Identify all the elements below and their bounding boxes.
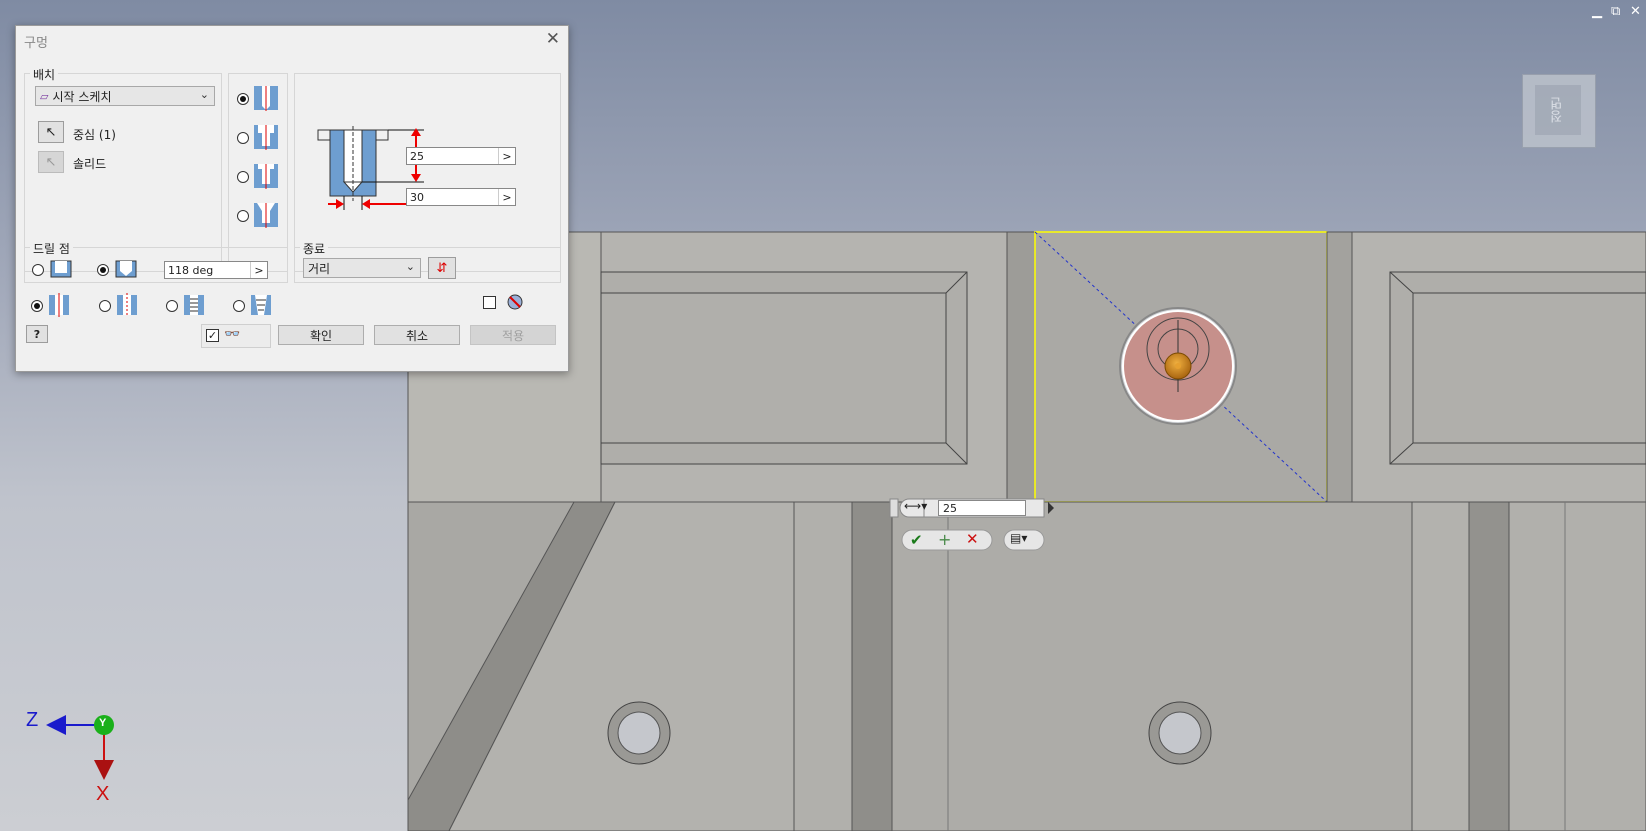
tapped-hole-icon bbox=[184, 295, 204, 315]
simple-hole-icon bbox=[49, 293, 69, 317]
termination-group-label: 종료 bbox=[300, 240, 329, 257]
hole-clearance-radio[interactable] bbox=[99, 300, 111, 312]
hole-type-drilled-radio[interactable] bbox=[237, 93, 249, 105]
options-menu-icon[interactable]: ▤▾ bbox=[1010, 531, 1027, 545]
axis-x-label: X bbox=[96, 783, 110, 805]
drill-point-group-label: 드릴 점 bbox=[30, 240, 73, 257]
preview-glasses-icon: 👓 bbox=[224, 327, 241, 342]
preview-checkbox[interactable]: ✓ bbox=[206, 329, 219, 342]
chevron-down-icon: ⌄ bbox=[199, 88, 209, 101]
close-window-icon[interactable]: ✕ bbox=[1630, 4, 1641, 19]
view-cube-face[interactable]: 정면 bbox=[1535, 85, 1581, 135]
termination-combo-value: 거리 bbox=[308, 261, 331, 276]
help-button[interactable]: ? bbox=[26, 325, 48, 343]
hole-preview-diagram bbox=[317, 126, 424, 210]
mini-toolbar-value-input[interactable]: 25 bbox=[938, 500, 1026, 516]
ok-check-icon[interactable]: ✔ bbox=[910, 531, 923, 549]
close-icon[interactable]: ✕ bbox=[546, 29, 560, 49]
taper-tapped-hole-icon bbox=[251, 295, 271, 315]
drill-angle-input[interactable]: 118 deg > bbox=[164, 261, 268, 279]
cursor-arrow-icon: ↖ bbox=[45, 154, 57, 170]
cancel-button[interactable]: 취소 bbox=[374, 325, 460, 345]
drill-point-angle-radio[interactable] bbox=[97, 264, 109, 276]
restore-icon[interactable]: ⧉ bbox=[1611, 4, 1620, 19]
hole-tapped-radio[interactable] bbox=[166, 300, 178, 312]
view-cube[interactable]: 정면 bbox=[1522, 74, 1596, 148]
hole-type-counterbore-radio[interactable] bbox=[237, 132, 249, 144]
depth-value: 25 bbox=[410, 149, 424, 163]
clearance-hole-icon bbox=[117, 293, 137, 317]
drilled-hole-icon bbox=[254, 86, 278, 111]
sketch-icon: ▱ bbox=[40, 89, 49, 103]
drill-point-flat-radio[interactable] bbox=[32, 264, 44, 276]
drill-angle-flyout-icon[interactable]: > bbox=[250, 262, 267, 278]
flat-point-icon bbox=[50, 260, 72, 278]
flip-direction-icon: ⇵ bbox=[436, 260, 448, 276]
countersink-hole-icon bbox=[254, 203, 278, 228]
hole-taper-tapped-radio[interactable] bbox=[233, 300, 245, 312]
axis-z-label: Z bbox=[26, 709, 39, 731]
sketch-combo-value: 시작 스케치 bbox=[52, 89, 112, 104]
chevron-down-icon: ⌄ bbox=[405, 260, 415, 273]
option-checkbox[interactable] bbox=[483, 296, 496, 309]
axis-y-label: Y bbox=[99, 717, 107, 729]
minimize-icon[interactable]: ▁ bbox=[1592, 4, 1602, 19]
hole-type-spotface-radio[interactable] bbox=[237, 171, 249, 183]
preview-toggle[interactable]: ✓ 👓 bbox=[201, 324, 271, 348]
angle-point-icon bbox=[115, 260, 137, 278]
counterbore-hole-icon bbox=[254, 125, 278, 150]
dimension-type-icon[interactable]: ⟷▾ bbox=[904, 499, 927, 513]
diameter-flyout-icon[interactable]: > bbox=[498, 189, 515, 205]
cursor-arrow-icon: ↖ bbox=[45, 124, 57, 140]
diameter-value: 30 bbox=[410, 190, 424, 204]
apply-button[interactable]: 적용 bbox=[470, 325, 556, 345]
cancel-x-icon[interactable]: ✕ bbox=[966, 530, 979, 548]
spotface-hole-icon bbox=[254, 164, 278, 189]
center-pick-button[interactable]: ↖ bbox=[38, 121, 64, 143]
solid-pick-button[interactable]: ↖ bbox=[38, 151, 64, 173]
hole-simple-radio[interactable] bbox=[31, 300, 43, 312]
sketch-combo[interactable]: ▱ 시작 스케치 ⌄ bbox=[35, 86, 215, 106]
ok-button[interactable]: 확인 bbox=[278, 325, 364, 345]
hole-dialog: 구멍 ✕ 배치 ▱ 시작 스케치 ⌄ ↖ 중심 (1) ↖ 솔리드 25 > 3… bbox=[15, 25, 569, 372]
placement-group-label: 배치 bbox=[30, 66, 59, 83]
help-icon: ? bbox=[33, 327, 41, 341]
diameter-input[interactable]: 30 > bbox=[406, 188, 516, 206]
dialog-title: 구멍 bbox=[24, 36, 48, 51]
drill-angle-value: 118 deg bbox=[168, 263, 214, 277]
depth-flyout-icon[interactable]: > bbox=[498, 148, 515, 164]
depth-input[interactable]: 25 > bbox=[406, 147, 516, 165]
apply-plus-icon[interactable]: + bbox=[938, 530, 951, 549]
termination-combo[interactable]: 거리 ⌄ bbox=[303, 258, 421, 278]
flip-direction-button[interactable]: ⇵ bbox=[428, 257, 456, 279]
solid-label: 솔리드 bbox=[73, 157, 107, 171]
infer-icon[interactable] bbox=[506, 293, 524, 311]
center-label: 중심 (1) bbox=[73, 128, 116, 142]
hole-type-countersink-radio[interactable] bbox=[237, 210, 249, 222]
